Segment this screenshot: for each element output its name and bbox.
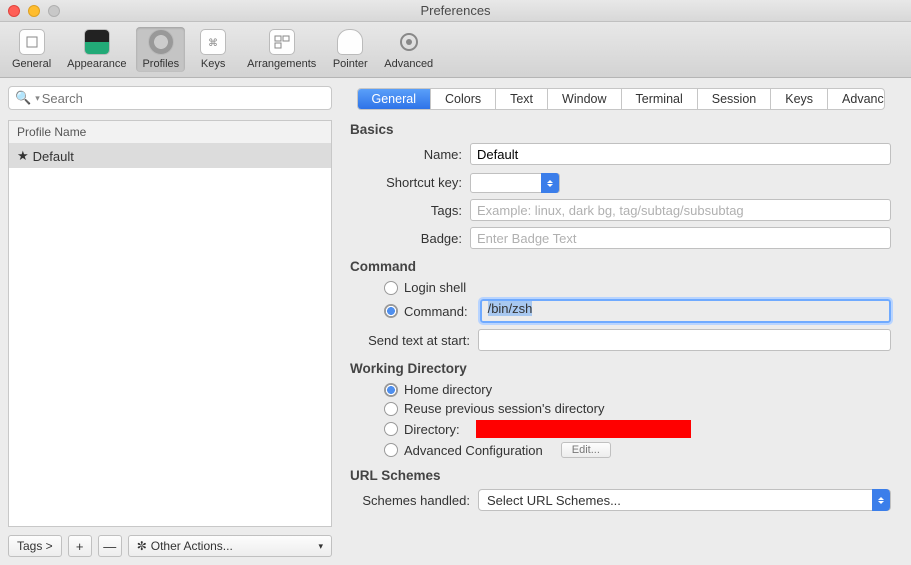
- edit-button: Edit...: [561, 442, 611, 458]
- profile-row[interactable]: ★ Default: [9, 144, 331, 168]
- section-working-directory: Working Directory: [350, 361, 891, 376]
- search-icon: 🔍: [15, 90, 31, 106]
- toolbar-label: Appearance: [67, 58, 126, 70]
- directory-label: Directory:: [404, 422, 460, 437]
- other-actions-select[interactable]: ✼ Other Actions... ▾: [128, 535, 332, 557]
- search-field[interactable]: 🔍 ▾: [8, 86, 332, 110]
- schemes-value: Select URL Schemes...: [487, 493, 621, 508]
- gear-icon: ✼: [137, 539, 147, 553]
- profile-name: Default: [33, 149, 74, 164]
- advanced-icon: [396, 29, 422, 55]
- toolbar-label: Keys: [201, 58, 225, 70]
- toolbar-pointer[interactable]: Pointer: [326, 27, 374, 72]
- toolbar-label: Arrangements: [247, 58, 316, 70]
- arrangements-icon: [269, 29, 295, 55]
- sidebar: 🔍 ▾ Profile Name ★ Default Tags > + — ✼ …: [0, 78, 340, 565]
- section-command: Command: [350, 259, 891, 274]
- toolbar-label: General: [12, 58, 51, 70]
- chevron-updown-icon: [872, 489, 890, 511]
- search-input[interactable]: [42, 91, 325, 106]
- toolbar-label: Pointer: [333, 58, 368, 70]
- other-actions-label: Other Actions...: [151, 539, 233, 553]
- name-label: Name:: [350, 147, 470, 162]
- window-title: Preferences: [0, 3, 911, 18]
- login-shell-radio[interactable]: [384, 281, 398, 295]
- toolbar-profiles[interactable]: Profiles: [136, 27, 185, 72]
- tab-terminal[interactable]: Terminal: [622, 89, 698, 109]
- chevron-down-icon: ▾: [35, 93, 40, 104]
- settings-pane: General Colors Text Window Terminal Sess…: [340, 78, 911, 565]
- star-icon: ★: [17, 148, 29, 164]
- appearance-icon: [84, 29, 110, 55]
- badge-label: Badge:: [350, 231, 470, 246]
- section-url-schemes: URL Schemes: [350, 468, 891, 483]
- add-profile-button[interactable]: +: [68, 535, 92, 557]
- directory-radio[interactable]: [384, 422, 398, 436]
- home-dir-radio[interactable]: [384, 383, 398, 397]
- tags-label: Tags:: [350, 203, 470, 218]
- toolbar-label: Advanced: [384, 58, 433, 70]
- toolbar-keys[interactable]: ⌘ Keys: [189, 27, 237, 72]
- profile-tabs: General Colors Text Window Terminal Sess…: [357, 88, 885, 110]
- tab-colors[interactable]: Colors: [431, 89, 496, 109]
- directory-input[interactable]: [476, 420, 691, 438]
- chevron-updown-icon: [541, 173, 559, 193]
- profile-list: Profile Name ★ Default: [8, 120, 332, 527]
- general-icon: [19, 29, 45, 55]
- advanced-config-radio[interactable]: [384, 443, 398, 457]
- toolbar-label: Profiles: [142, 58, 179, 70]
- badge-input[interactable]: [470, 227, 891, 249]
- reuse-dir-label: Reuse previous session's directory: [404, 401, 604, 416]
- toolbar-appearance[interactable]: Appearance: [61, 27, 132, 72]
- send-text-label: Send text at start:: [350, 333, 478, 348]
- shortcut-select[interactable]: [470, 173, 560, 193]
- profile-header: Profile Name: [9, 121, 331, 144]
- advanced-config-label: Advanced Configuration: [404, 443, 543, 458]
- svg-text:⌘: ⌘: [208, 38, 218, 49]
- command-label: Command:: [404, 304, 468, 319]
- schemes-label: Schemes handled:: [350, 493, 478, 508]
- tags-button[interactable]: Tags >: [8, 535, 62, 557]
- schemes-select[interactable]: Select URL Schemes...: [478, 489, 891, 511]
- tab-general[interactable]: General: [358, 89, 431, 109]
- command-radio[interactable]: [384, 304, 398, 318]
- pointer-icon: [337, 29, 363, 55]
- name-input[interactable]: [470, 143, 891, 165]
- tab-window[interactable]: Window: [548, 89, 621, 109]
- titlebar: Preferences: [0, 0, 911, 22]
- remove-profile-button[interactable]: —: [98, 535, 122, 557]
- profiles-icon: [148, 29, 174, 55]
- keys-icon: ⌘: [200, 29, 226, 55]
- tags-input[interactable]: [470, 199, 891, 221]
- sidebar-footer: Tags > + — ✼ Other Actions... ▾: [8, 535, 332, 557]
- send-text-input[interactable]: [478, 329, 891, 351]
- toolbar-arrangements[interactable]: Arrangements: [241, 27, 322, 72]
- home-dir-label: Home directory: [404, 382, 492, 397]
- shortcut-label: Shortcut key:: [350, 175, 470, 190]
- tab-advanced[interactable]: Advanced: [828, 89, 884, 109]
- tab-text[interactable]: Text: [496, 89, 548, 109]
- chevron-down-icon: ▾: [318, 541, 323, 552]
- toolbar-advanced[interactable]: Advanced: [378, 27, 439, 72]
- toolbar-general[interactable]: General: [6, 27, 57, 72]
- section-basics: Basics: [350, 122, 891, 137]
- prefs-toolbar: General Appearance Profiles ⌘ Keys Arran…: [0, 22, 911, 78]
- login-shell-label: Login shell: [404, 280, 466, 295]
- tab-keys[interactable]: Keys: [771, 89, 828, 109]
- reuse-dir-radio[interactable]: [384, 402, 398, 416]
- tab-session[interactable]: Session: [698, 89, 771, 109]
- command-input[interactable]: /bin/zsh: [480, 299, 891, 323]
